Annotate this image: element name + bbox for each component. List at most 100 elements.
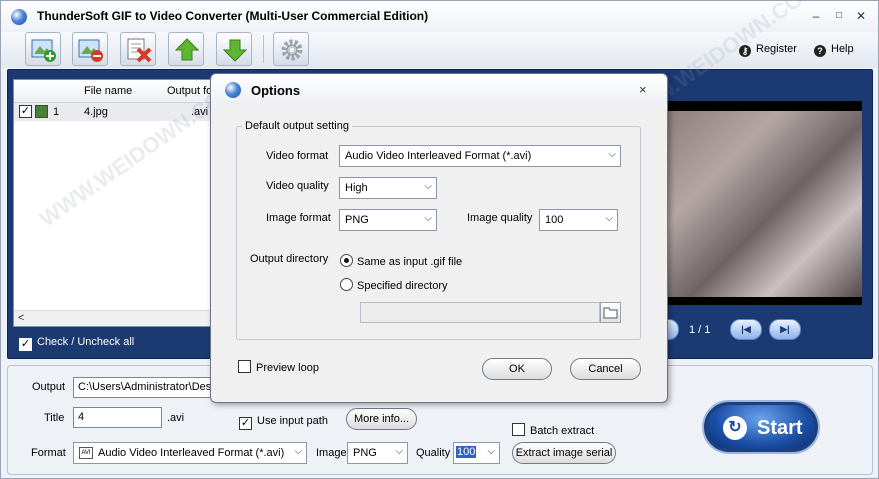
move-up-button[interactable] <box>168 32 204 66</box>
settings-button[interactable] <box>273 32 309 66</box>
chevron-down-icon: ⌵ <box>294 446 302 457</box>
preview-loop-checkbox[interactable] <box>238 360 251 373</box>
image-label: Image <box>316 447 347 459</box>
start-label: Start <box>757 417 803 439</box>
dialog-title: Options <box>251 83 301 98</box>
image-quality-value: 100 <box>545 214 564 226</box>
register-link[interactable]: ⚷ Register <box>739 43 797 57</box>
output-directory-label: Output directory <box>250 253 329 265</box>
register-label: Register <box>756 43 797 55</box>
first-frame-button[interactable]: |◀ <box>730 319 762 340</box>
specified-directory-radio[interactable] <box>340 278 353 291</box>
batch-extract-label: Batch extract <box>530 425 595 437</box>
image-quality-select[interactable]: 100 ⌵ <box>539 209 618 231</box>
specified-directory-option[interactable]: Specified directory <box>340 278 448 292</box>
app-icon <box>11 9 27 25</box>
title-bar: ThunderSoft GIF to Video Converter (Mult… <box>1 1 878 32</box>
image-format-dialog-select[interactable]: PNG ⌵ <box>339 209 437 231</box>
batch-extract-checkbox[interactable] <box>512 423 525 436</box>
format-select-value: Audio Video Interleaved Format (*.avi) <box>98 447 285 459</box>
column-file-name[interactable]: File name <box>84 85 132 97</box>
row-index: 1 <box>53 106 60 118</box>
image-format-select[interactable]: PNG ⌵ <box>347 442 408 464</box>
horizontal-scrollbar[interactable]: < <box>14 310 212 326</box>
ok-button[interactable]: OK <box>482 358 552 380</box>
cancel-button[interactable]: Cancel <box>570 358 641 380</box>
quality-select[interactable]: 100 ⌵ <box>453 442 500 464</box>
app-title: ThunderSoft GIF to Video Converter (Mult… <box>37 9 429 23</box>
help-link[interactable]: ? Help <box>814 43 854 57</box>
check-all-label: Check / Uncheck all <box>37 336 135 348</box>
video-quality-label: Video quality <box>266 180 329 192</box>
chevron-down-icon: ⌵ <box>424 213 432 224</box>
key-icon: ⚷ <box>739 45 751 57</box>
image-quality-label: Image quality <box>467 212 533 224</box>
quality-label: Quality <box>416 447 451 459</box>
start-button[interactable]: ↻ Start <box>704 402 818 452</box>
add-file-button[interactable] <box>25 32 61 66</box>
move-up-icon <box>174 38 200 61</box>
title-label: Title <box>44 412 65 424</box>
check-all-checkbox[interactable]: ✓ <box>19 338 32 351</box>
clear-list-button[interactable] <box>120 32 156 66</box>
preview-loop-toggle[interactable]: Preview loop <box>238 360 319 374</box>
chevron-down-icon: ⌵ <box>608 149 616 160</box>
row-checkbox[interactable]: ✓ <box>19 105 32 118</box>
browse-folder-button[interactable] <box>600 302 621 323</box>
video-format-value: Audio Video Interleaved Format (*.avi) <box>345 150 532 162</box>
quality-value: 100 <box>456 446 477 458</box>
same-as-input-radio[interactable] <box>340 254 353 267</box>
image-format-label: Image format <box>266 212 331 224</box>
move-down-button[interactable] <box>216 32 252 66</box>
table-row[interactable]: ✓ 1 4.jpg .avi <box>14 103 212 121</box>
close-button[interactable]: ✕ <box>852 8 870 24</box>
video-format-select[interactable]: Audio Video Interleaved Format (*.avi) ⌵ <box>339 145 621 167</box>
help-label: Help <box>831 43 854 55</box>
folder-icon <box>603 307 618 319</box>
more-info-button[interactable]: More info... <box>346 408 417 430</box>
output-path-field[interactable]: C:\Users\Administrator\Desk <box>73 377 213 398</box>
maximize-button[interactable]: □ <box>830 8 848 24</box>
format-select[interactable]: AVI Audio Video Interleaved Format (*.av… <box>73 442 307 464</box>
title-extension: .avi <box>167 412 185 424</box>
remove-file-button[interactable] <box>72 32 108 66</box>
preview-image <box>665 111 862 297</box>
minimize-button[interactable]: – <box>807 8 825 24</box>
extract-image-serial-button[interactable]: Extract image serial <box>512 442 616 464</box>
format-label: Format <box>31 447 66 459</box>
directory-path-field[interactable] <box>360 302 600 323</box>
video-quality-select[interactable]: High ⌵ <box>339 177 437 199</box>
check-all-toggle[interactable]: ✓ Check / Uncheck all <box>19 336 134 351</box>
refresh-icon: ↻ <box>723 416 747 440</box>
use-input-path-toggle[interactable]: ✓ Use input path <box>239 415 328 430</box>
chevron-down-icon: ⌵ <box>487 446 495 457</box>
preview-loop-label: Preview loop <box>256 362 319 374</box>
video-preview <box>665 101 862 305</box>
title-field[interactable]: 4 <box>73 407 162 428</box>
image-format-value: PNG <box>353 447 377 459</box>
use-input-path-checkbox[interactable]: ✓ <box>239 417 252 430</box>
page-indicator: 1 / 1 <box>689 324 711 336</box>
add-file-icon <box>31 39 56 62</box>
next-frame-button[interactable]: ▶| <box>769 319 801 340</box>
same-as-input-label: Same as input .gif file <box>357 256 463 268</box>
app-icon <box>225 82 241 98</box>
batch-extract-toggle[interactable]: Batch extract <box>512 423 594 437</box>
chevron-down-icon: ⌵ <box>605 213 613 224</box>
video-quality-value: High <box>345 182 368 194</box>
use-input-path-label: Use input path <box>257 415 328 427</box>
help-icon: ? <box>814 45 826 57</box>
dialog-title-bar: Options × <box>211 74 667 104</box>
column-output-format[interactable]: Output fo <box>167 85 212 97</box>
same-as-input-option[interactable]: Same as input .gif file <box>340 254 462 268</box>
remove-file-icon <box>78 39 103 62</box>
video-file-icon: AVI <box>79 447 93 459</box>
toolbar-separator <box>263 35 264 63</box>
settings-gear-icon <box>281 39 303 61</box>
chevron-down-icon: ⌵ <box>395 446 403 457</box>
image-file-icon <box>35 105 48 118</box>
file-list[interactable]: File name Output fo ✓ 1 4.jpg .avi < <box>13 79 213 327</box>
file-list-header: File name Output fo <box>14 80 212 103</box>
dialog-close-button[interactable]: × <box>639 82 647 97</box>
scroll-left-arrow[interactable]: < <box>18 312 24 324</box>
